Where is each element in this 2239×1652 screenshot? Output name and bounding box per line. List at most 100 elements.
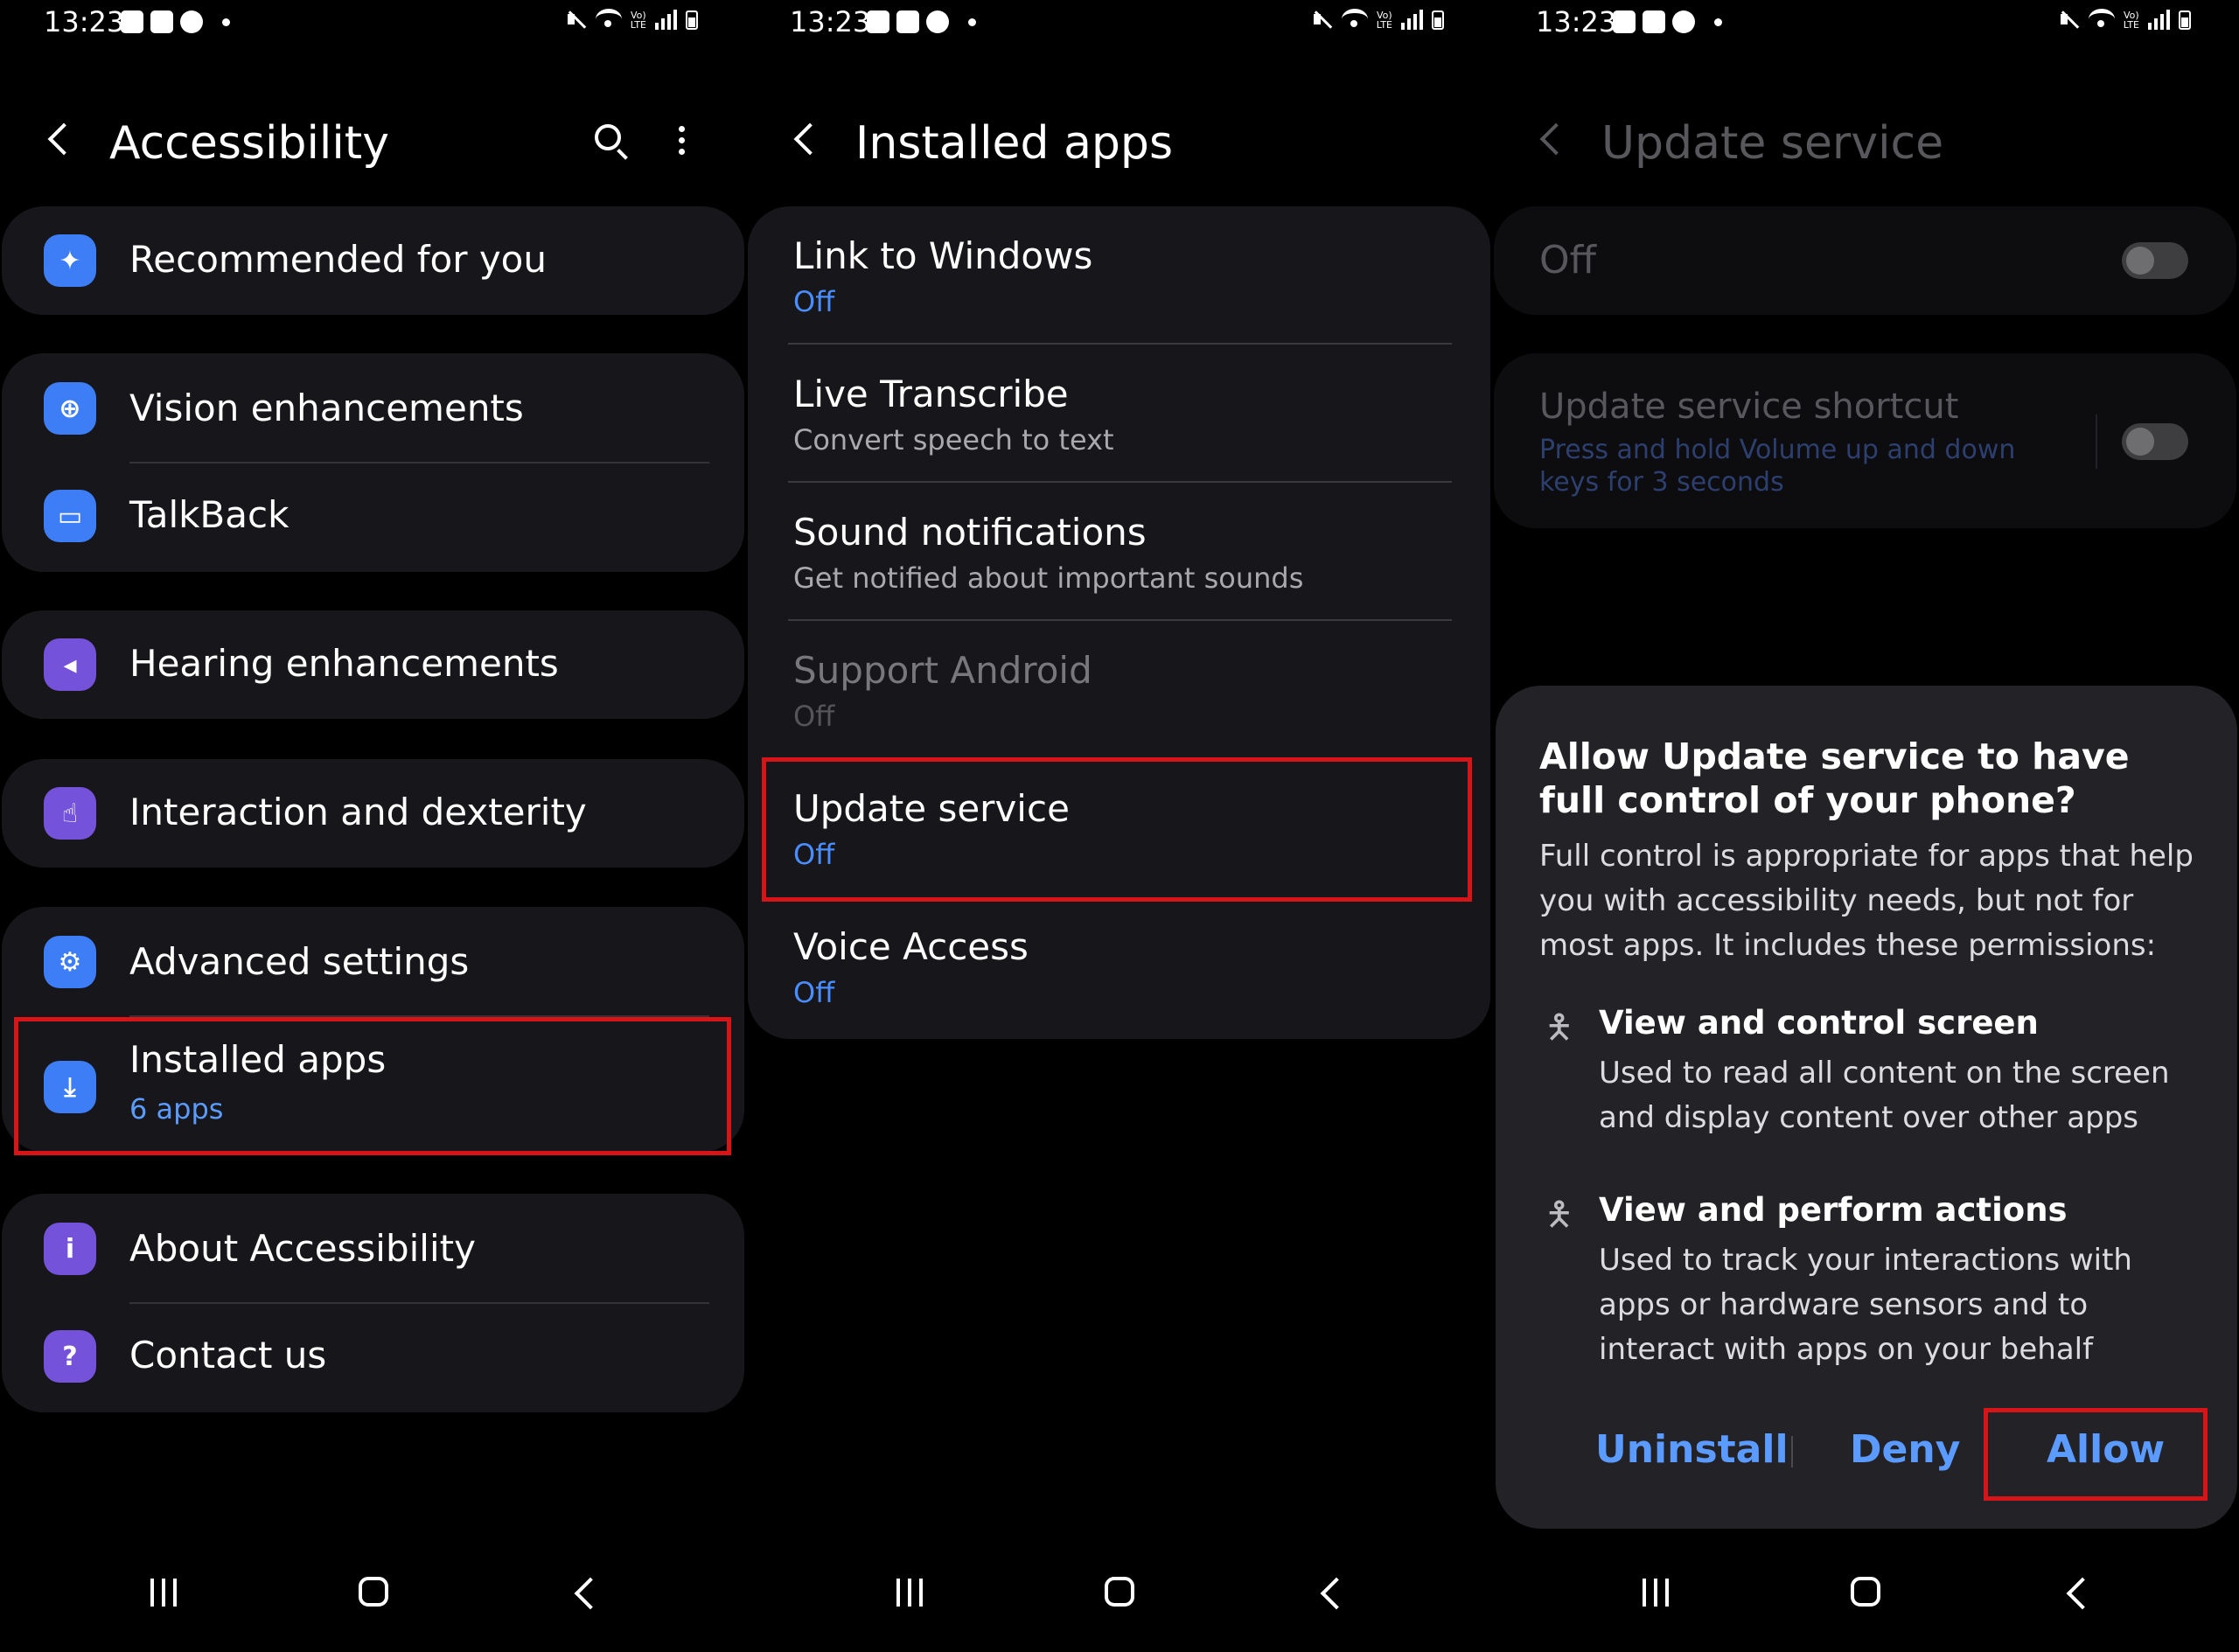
messenger-notification-icon <box>1672 10 1695 33</box>
permission-title-1: View and control screen <box>1599 1004 2039 1042</box>
info-icon: i <box>44 1223 96 1275</box>
recents-icon[interactable] <box>1643 1579 1669 1607</box>
navigation-bar <box>0 1530 746 1652</box>
item-hearing-enhancements[interactable]: ◂ Hearing enhancements <box>2 610 744 719</box>
hearing-card: ◂ Hearing enhancements <box>2 610 744 719</box>
highlight-installed-apps <box>14 1017 731 1155</box>
app-row-sound-notifications[interactable]: Sound notifications Get notified about i… <box>748 483 1490 621</box>
wifi-icon <box>595 9 622 30</box>
accessibility-header: Accessibility <box>0 114 746 175</box>
item-advanced-settings[interactable]: ⚙ Advanced settings <box>2 907 744 1017</box>
interaction-card: ☝ Interaction and dexterity <box>2 759 744 868</box>
more-options-icon[interactable] <box>679 126 686 160</box>
status-time: 13:23 <box>790 5 871 38</box>
speaker-icon: ◂ <box>44 638 96 691</box>
deny-button[interactable]: Deny <box>1850 1427 1960 1472</box>
home-icon[interactable] <box>359 1577 388 1607</box>
wifi-icon <box>1341 9 1368 30</box>
signal-icon <box>655 9 677 30</box>
dialog-title: Allow Update service to have full contro… <box>1539 735 2130 821</box>
status-bar: 13:23 Vo) LTE <box>746 0 1492 52</box>
gallery-notification-icon <box>867 10 889 33</box>
uninstall-button[interactable]: Uninstall <box>1595 1427 1789 1472</box>
signal-icon <box>2148 9 2170 30</box>
update-service-header: Update service <box>1492 114 2239 175</box>
mute-icon <box>566 9 587 30</box>
nav-back-icon[interactable] <box>2066 1577 2099 1610</box>
back-icon[interactable] <box>1539 122 1573 156</box>
permission-desc-1: Used to read all content on the screen a… <box>1599 1056 2170 1135</box>
dialog-body: Full control is appropriate for apps tha… <box>1539 839 2194 963</box>
touch-hand-icon: ☝ <box>44 787 96 840</box>
permission-desc-2: Used to track your interactions with app… <box>1599 1243 2132 1367</box>
more-notifications-icon <box>968 17 976 26</box>
item-vision-enhancements[interactable]: ⊕ Vision enhancements <box>2 353 744 464</box>
item-interaction-dexterity[interactable]: ☝ Interaction and dexterity <box>2 759 744 868</box>
app-row-link-to-windows[interactable]: Link to Windows Off <box>748 206 1490 345</box>
back-icon[interactable] <box>47 122 80 156</box>
vision-card: ⊕ Vision enhancements ▭ TalkBack <box>2 353 744 572</box>
home-icon[interactable] <box>1105 1577 1134 1607</box>
youtube-notification-icon <box>896 10 919 33</box>
talkback-icon: ▭ <box>44 490 96 542</box>
about-card: i About Accessibility ? Contact us <box>2 1194 744 1412</box>
app-row-voice-access[interactable]: Voice Access Off <box>748 897 1490 1035</box>
status-bar: 13:23 Vo) LTE <box>1492 0 2239 52</box>
magnifier-icon: ⊕ <box>44 382 96 435</box>
shortcut-switch[interactable] <box>2122 423 2188 460</box>
shortcut-title: Update service shortcut <box>1539 387 1959 427</box>
highlight-allow-button <box>1984 1408 2208 1501</box>
back-icon[interactable] <box>793 122 827 156</box>
gallery-notification-icon <box>121 10 143 33</box>
youtube-notification-icon <box>150 10 173 33</box>
recommended-card: ✦ Recommended for you <box>2 206 744 315</box>
highlight-update-service <box>762 757 1472 902</box>
gear-plus-icon: ⚙ <box>44 936 96 988</box>
recents-icon[interactable] <box>150 1579 177 1607</box>
status-time: 13:23 <box>1536 5 1617 38</box>
page-title: Update service <box>1601 117 1944 170</box>
messenger-notification-icon <box>926 10 949 33</box>
wifi-icon <box>2088 9 2115 30</box>
full-control-dialog: Allow Update service to have full contro… <box>1496 686 2237 1529</box>
update-service-shortcut-row[interactable]: Update service shortcut Press and hold V… <box>1494 353 2236 528</box>
battery-icon <box>686 10 698 30</box>
page-title: Accessibility <box>109 117 389 170</box>
item-about-accessibility[interactable]: i About Accessibility <box>2 1194 744 1304</box>
gallery-notification-icon <box>1613 10 1636 33</box>
installed-apps-list: Link to Windows Off Live Transcribe Conv… <box>748 206 1490 1039</box>
installed-apps-screen: 13:23 Vo) LTE Installed apps Link to Wind… <box>746 0 1492 1652</box>
volte-icon: Vo) LTE <box>1376 10 1392 31</box>
item-recommended[interactable]: ✦ Recommended for you <box>2 206 744 315</box>
mute-icon <box>2059 9 2080 30</box>
volte-icon: Vo) LTE <box>630 10 646 31</box>
item-talkback[interactable]: ▭ TalkBack <box>2 464 744 572</box>
page-title: Installed apps <box>855 117 1174 170</box>
status-bar: 13:23 Vo) LTE <box>0 0 746 52</box>
more-notifications-icon <box>1714 17 1722 26</box>
accessibility-screen: 13:23 Vo) LTE Accessibility ✦ Recommended… <box>0 0 746 1652</box>
mute-icon <box>1312 9 1333 30</box>
status-time: 13:23 <box>44 5 125 38</box>
update-service-switch[interactable] <box>2122 242 2188 279</box>
nav-back-icon[interactable] <box>574 1577 607 1610</box>
battery-icon <box>2179 10 2191 30</box>
recents-icon[interactable] <box>896 1579 923 1607</box>
battery-icon <box>1432 10 1444 30</box>
item-contact-us[interactable]: ? Contact us <box>2 1304 744 1412</box>
search-icon[interactable] <box>595 124 621 150</box>
more-notifications-icon <box>222 17 230 26</box>
shortcut-description: Press and hold Volume up and down keys f… <box>1539 435 2016 498</box>
accessibility-person-icon: ✦ <box>44 234 96 287</box>
permission-title-2: View and perform actions <box>1599 1191 2068 1229</box>
toggle-state-label: Off <box>1539 238 1596 282</box>
update-service-toggle-row[interactable]: Off <box>1494 206 2236 315</box>
navigation-bar <box>746 1530 1492 1652</box>
home-icon[interactable] <box>1851 1577 1880 1607</box>
signal-icon <box>1401 9 1423 30</box>
app-row-live-transcribe[interactable]: Live Transcribe Convert speech to text <box>748 345 1490 483</box>
help-icon: ? <box>44 1330 96 1383</box>
messenger-notification-icon <box>180 10 203 33</box>
nav-back-icon[interactable] <box>1320 1577 1353 1610</box>
app-row-support-android[interactable]: Support Android Off <box>748 621 1490 759</box>
